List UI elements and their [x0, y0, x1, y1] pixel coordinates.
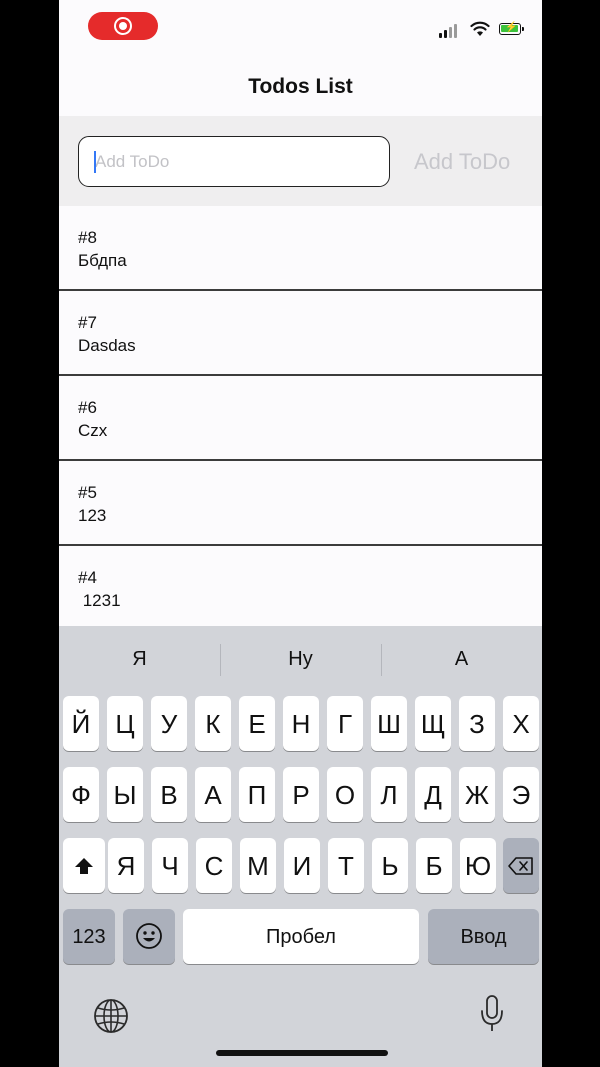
key-row2-3[interactable]: А — [195, 767, 231, 822]
return-key[interactable]: Ввод — [428, 909, 539, 964]
todo-item[interactable]: #5 123 — [59, 461, 542, 546]
key-row3-8[interactable]: Ю — [460, 838, 496, 893]
key-row2-8[interactable]: Д — [415, 767, 451, 822]
todo-text: Czx — [78, 421, 108, 440]
todo-item[interactable]: #6 Czx — [59, 376, 542, 461]
todo-list: #8 Ббдпа #7 Dasdas #6 Czx #5 123 #4 1231 — [59, 206, 542, 631]
key-row2-1[interactable]: Ы — [107, 767, 143, 822]
key-row1-5[interactable]: Н — [283, 696, 319, 751]
app-screen: ⚡ Todos List Add ToDo Add ToDo #8 Ббдпа … — [59, 0, 542, 1067]
key-row2-4[interactable]: П — [239, 767, 275, 822]
backspace-icon — [508, 857, 533, 875]
key-row1-7[interactable]: Ш — [371, 696, 407, 751]
add-todo-bar: Add ToDo Add ToDo — [59, 116, 542, 206]
suggestion-bar: Я Ну А — [59, 626, 542, 694]
key-row3-6[interactable]: Ь — [372, 838, 408, 893]
key-row2-7[interactable]: Л — [371, 767, 407, 822]
todo-text: Ббдпа — [78, 251, 127, 270]
key-row3-5[interactable]: Т — [328, 838, 364, 893]
add-todo-input[interactable]: Add ToDo — [78, 136, 390, 187]
key-row1-1[interactable]: Ц — [107, 696, 143, 751]
todo-text: 123 — [78, 506, 107, 525]
shift-key[interactable] — [63, 838, 105, 893]
key-row3-1[interactable]: Ч — [152, 838, 188, 893]
key-row2-5[interactable]: Р — [283, 767, 319, 822]
key-row1-6[interactable]: Г — [327, 696, 363, 751]
text-caret — [94, 151, 96, 173]
charging-icon: ⚡ — [505, 22, 518, 33]
add-todo-button[interactable]: Add ToDo — [414, 149, 510, 175]
cellular-signal-icon — [439, 22, 461, 38]
record-dot — [119, 22, 127, 30]
page-title: Todos List — [248, 75, 353, 98]
emoji-icon — [136, 923, 162, 949]
key-row1-2[interactable]: У — [151, 696, 187, 751]
todo-text: 1231 — [78, 591, 121, 610]
key-row3-2[interactable]: С — [196, 838, 232, 893]
key-row2-0[interactable]: Ф — [63, 767, 99, 822]
emoji-key[interactable] — [123, 909, 175, 964]
key-row1-8[interactable]: Щ — [415, 696, 451, 751]
key-row3-4[interactable]: И — [284, 838, 320, 893]
key-row2-10[interactable]: Э — [503, 767, 539, 822]
numbers-key[interactable]: 123 — [63, 909, 115, 964]
wifi-icon — [470, 21, 490, 36]
todo-item[interactable]: #8 Ббдпа — [59, 206, 542, 291]
key-row2-6[interactable]: О — [327, 767, 363, 822]
todo-number: #8 — [78, 228, 97, 247]
key-row1-0[interactable]: Й — [63, 696, 99, 751]
todo-number: #5 — [78, 483, 97, 502]
key-row1-3[interactable]: К — [195, 696, 231, 751]
key-row3-0[interactable]: Я — [108, 838, 144, 893]
todo-number: #6 — [78, 398, 97, 417]
key-row2-2[interactable]: В — [151, 767, 187, 822]
key-row3-7[interactable]: Б — [416, 838, 452, 893]
globe-icon[interactable] — [93, 998, 129, 1034]
todo-number: #7 — [78, 313, 97, 332]
todo-item[interactable]: #4 1231 — [59, 546, 542, 631]
battery-icon: ⚡ — [499, 22, 524, 35]
todo-number: #4 — [78, 568, 97, 587]
key-row1-9[interactable]: З — [459, 696, 495, 751]
shift-icon — [75, 858, 93, 874]
home-indicator — [216, 1050, 388, 1056]
backspace-key[interactable] — [503, 838, 539, 893]
microphone-icon[interactable] — [479, 994, 505, 1034]
suggestion-3[interactable]: А — [381, 648, 542, 671]
key-row1-4[interactable]: Е — [239, 696, 275, 751]
keyboard: Я Ну А ЙЦУКЕНГШЩЗХ ФЫВАПРОЛДЖЭ ЯЧСМИТЬБЮ… — [59, 626, 542, 1067]
status-bar: ⚡ — [59, 0, 542, 50]
todo-text: Dasdas — [78, 336, 136, 355]
key-row1-10[interactable]: Х — [503, 696, 539, 751]
screen-recording-indicator[interactable] — [88, 12, 158, 40]
key-row2-9[interactable]: Ж — [459, 767, 495, 822]
suggestion-1[interactable]: Я — [59, 648, 220, 671]
key-row3-3[interactable]: М — [240, 838, 276, 893]
todo-item[interactable]: #7 Dasdas — [59, 291, 542, 376]
space-key[interactable]: Пробел — [183, 909, 419, 964]
suggestion-2[interactable]: Ну — [220, 648, 381, 671]
input-placeholder: Add ToDo — [95, 152, 170, 171]
